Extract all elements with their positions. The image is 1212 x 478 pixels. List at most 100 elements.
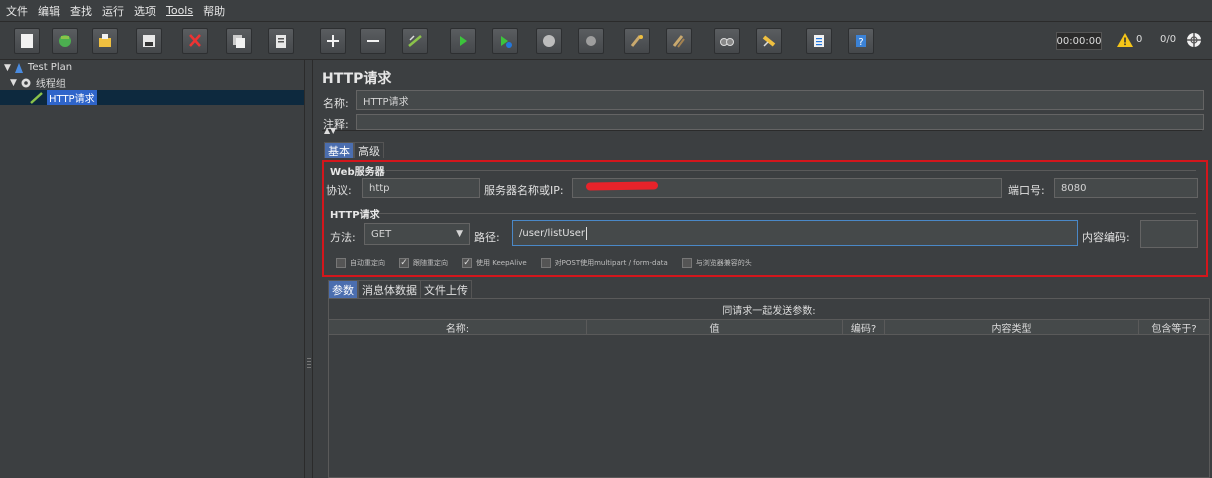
menu-search[interactable]: 查找 (70, 3, 92, 19)
start-button[interactable] (450, 28, 476, 54)
checkbox-multipart[interactable]: 对POST使用multipart / form-data (540, 258, 668, 268)
checkbox-box[interactable] (336, 258, 346, 268)
clear-icon (630, 35, 643, 47)
pane-splitter[interactable] (305, 60, 313, 478)
checkbox-keepalive[interactable]: ✓ 使用 KeepAlive (462, 258, 527, 268)
column-header-name[interactable]: 名称: (329, 320, 587, 335)
collapse-arrows-icon[interactable]: ▲▼ (324, 126, 336, 135)
checkbox-box[interactable] (681, 258, 692, 268)
tree-node-http-request[interactable]: HTTP请求 (0, 90, 304, 105)
http-request-panel: HTTP请求 名称: HTTP请求 注释: ▲▼ 基本 高级 Web服务器 协议… (314, 60, 1212, 478)
warning-icon[interactable] (1116, 31, 1134, 49)
checkbox-box[interactable] (540, 258, 551, 268)
port-field[interactable]: 8080 (1054, 178, 1198, 198)
checkbox-box[interactable]: ✓ (399, 258, 409, 268)
new-button[interactable] (14, 28, 40, 54)
chevron-down-icon[interactable]: ▼ (456, 229, 463, 239)
comment-field[interactable] (356, 114, 1204, 130)
clear-all-button[interactable] (666, 28, 692, 54)
collapse-all-button[interactable] (360, 28, 386, 54)
path-value: /user/listUser (519, 227, 586, 239)
collapse-bar[interactable]: ▲▼ (322, 126, 1202, 138)
checkbox-label: 使用 KeepAlive (476, 259, 527, 267)
paste-icon (276, 35, 286, 48)
reset-search-icon (762, 35, 776, 47)
clear-all-icon (672, 35, 685, 48)
page-title: HTTP请求 (322, 71, 392, 87)
cut-icon (189, 34, 201, 47)
splitter-grip[interactable] (307, 358, 311, 370)
column-header-value[interactable]: 值 (587, 320, 843, 335)
method-select[interactable]: GET ▼ (364, 223, 470, 245)
protocol-field[interactable]: http (362, 178, 480, 198)
checkbox-browser-headers[interactable]: 与浏览器兼容的头 (681, 258, 752, 268)
checkbox-label: 自动重定向 (350, 259, 385, 267)
toggle-button[interactable] (402, 28, 428, 54)
menu-run[interactable]: 运行 (102, 3, 124, 19)
open-button[interactable] (92, 28, 118, 54)
name-label: 名称: (323, 97, 349, 110)
remote-globe-icon[interactable] (1184, 30, 1204, 50)
jmeter-window: 文件 编辑 查找 运行 选项 Tools 帮助 ? 00:00:00 0 0/0 (0, 0, 1212, 478)
svg-text:?: ? (858, 37, 863, 48)
table-header: 名称: 值 编码? 内容类型 包含等于? (329, 319, 1209, 335)
menu-help[interactable]: 帮助 (203, 3, 225, 19)
server-name-label: 服务器名称或IP: (484, 184, 564, 197)
search-icon (720, 38, 734, 46)
start-no-pause-button[interactable] (492, 28, 518, 54)
path-field[interactable]: /user/listUser (512, 220, 1078, 246)
shutdown-icon (586, 36, 596, 46)
function-helper-icon (814, 35, 824, 47)
checkbox-box[interactable]: ✓ (462, 258, 472, 268)
start-no-pause-icon (501, 36, 512, 48)
tree-node-test-plan[interactable]: ▼ Test Plan (4, 60, 72, 75)
function-helper-button[interactable] (806, 28, 832, 54)
checkbox-follow-redirects[interactable]: ✓ 跟随重定向 (399, 258, 448, 268)
checkbox-auto-redirect[interactable]: 自动重定向 (336, 258, 385, 268)
column-header-encode[interactable]: 编码? (843, 320, 885, 335)
menu-file[interactable]: 文件 (6, 3, 28, 19)
stop-button[interactable] (536, 28, 562, 54)
warning-count: 0 (1136, 34, 1143, 45)
expand-arrow-icon[interactable]: ▼ (4, 63, 11, 73)
paste-button[interactable] (268, 28, 294, 54)
tab-files-upload[interactable]: 文件上传 (420, 280, 472, 298)
cut-button[interactable] (182, 28, 208, 54)
options-checkbox-row: 自动重定向 ✓ 跟随重定向 ✓ 使用 KeepAlive 对POST使用multip… (336, 258, 760, 268)
redaction-mark (585, 181, 659, 191)
tree-node-thread-group[interactable]: ▼ 线程组 (10, 75, 66, 91)
help-button[interactable]: ? (848, 28, 874, 54)
tab-advanced[interactable]: 高级 (354, 142, 384, 158)
collapse-icon (367, 40, 379, 42)
menu-bar: 文件 编辑 查找 运行 选项 Tools 帮助 (0, 0, 1212, 22)
http-request-section-title: HTTP请求 (330, 210, 380, 221)
copy-button[interactable] (226, 28, 252, 54)
active-threads-count: 0/0 (1160, 34, 1177, 45)
menu-options[interactable]: 选项 (134, 3, 156, 19)
text-cursor (586, 226, 588, 240)
section-divider (386, 170, 1196, 171)
search-button[interactable] (714, 28, 740, 54)
toggle-icon (408, 35, 422, 47)
tab-parameters[interactable]: 参数 (328, 280, 358, 298)
shutdown-button[interactable] (578, 28, 604, 54)
expand-all-button[interactable] (320, 28, 346, 54)
table-caption: 同请求一起发送参数: (722, 305, 816, 317)
column-header-content-type[interactable]: 内容类型 (885, 320, 1139, 335)
menu-edit[interactable]: 编辑 (38, 3, 60, 19)
save-button[interactable] (136, 28, 162, 54)
path-label: 路径: (474, 231, 500, 244)
reset-search-button[interactable] (756, 28, 782, 54)
clear-button[interactable] (624, 28, 650, 54)
column-header-include-equals[interactable]: 包含等于? (1139, 320, 1209, 335)
gear-icon (21, 78, 31, 87)
tree-node-label: HTTP请求 (47, 90, 97, 105)
new-icon (21, 34, 33, 48)
name-field[interactable]: HTTP请求 (356, 90, 1204, 110)
expand-arrow-icon[interactable]: ▼ (10, 78, 17, 88)
menu-tools[interactable]: Tools (166, 4, 193, 17)
templates-button[interactable] (52, 28, 78, 54)
content-encoding-field[interactable] (1140, 220, 1198, 248)
tab-body-data[interactable]: 消息体数据 (358, 280, 421, 298)
tab-basic[interactable]: 基本 (324, 142, 354, 158)
